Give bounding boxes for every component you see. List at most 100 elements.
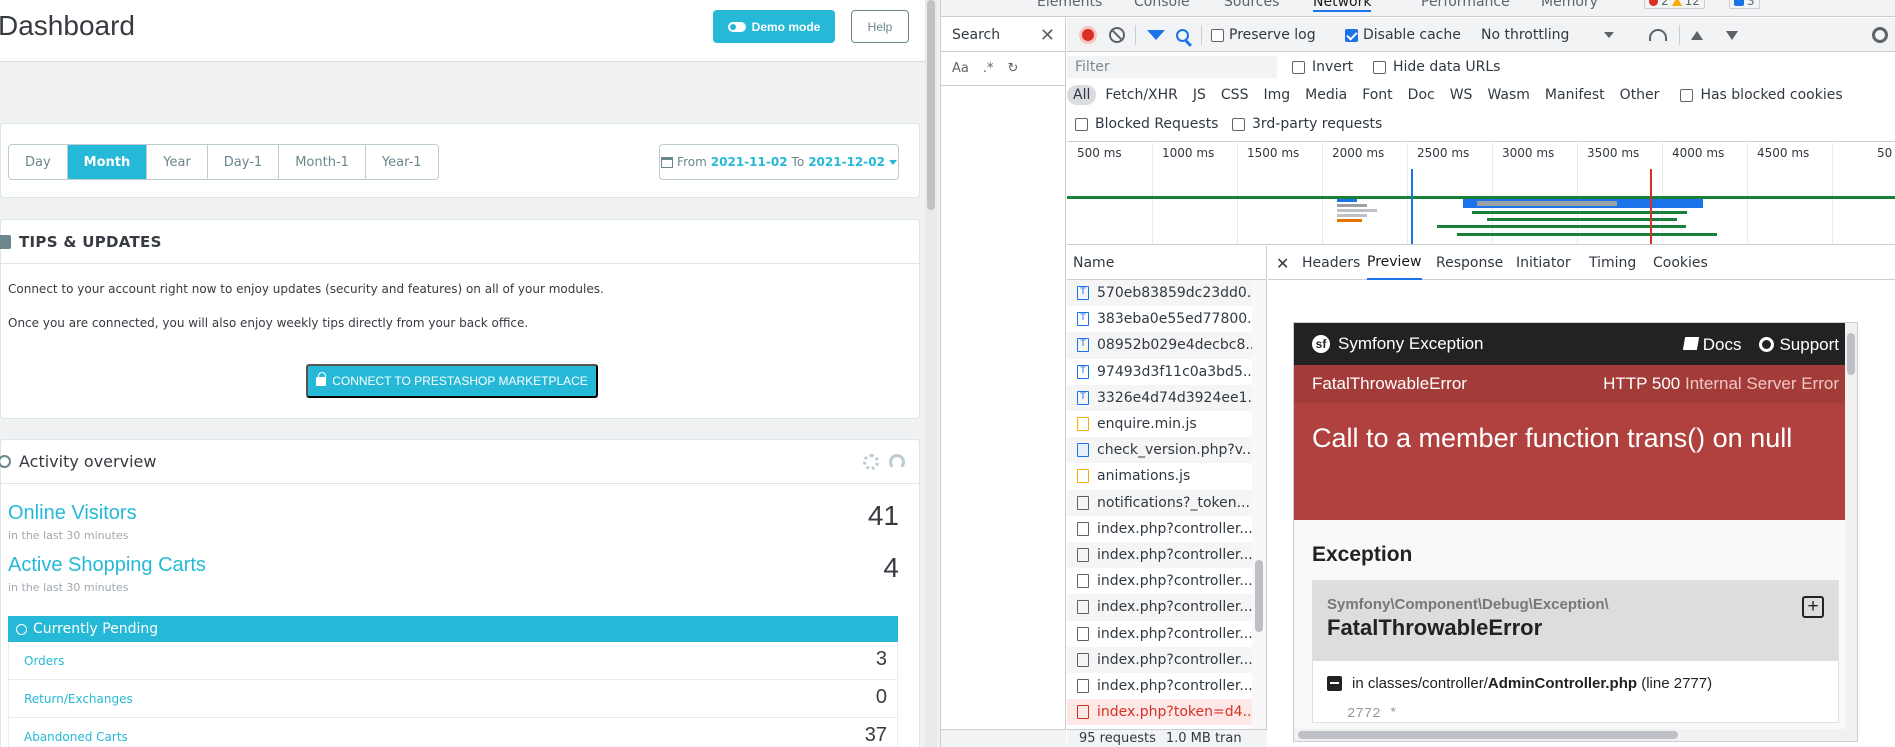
refresh-icon[interactable] [889, 454, 905, 470]
export-har-button[interactable] [1726, 18, 1738, 52]
scrollbar-thumb[interactable] [927, 0, 935, 210]
blocked-requests-checkbox[interactable]: Blocked Requests [1075, 113, 1218, 135]
clear-button[interactable] [1109, 18, 1125, 52]
date-range-picker[interactable]: From 2021-11-02 To 2021-12-02 [659, 144, 899, 180]
request-list-scrollbar[interactable] [1252, 280, 1266, 729]
tab-sources[interactable]: Sources [1224, 0, 1279, 10]
refresh-icon[interactable]: ↻ [1008, 61, 1019, 76]
type-font[interactable]: Font [1356, 85, 1398, 105]
trace-location[interactable]: in classes/controller/AdminController.ph… [1313, 661, 1838, 706]
close-icon[interactable]: ✕ [1276, 246, 1289, 280]
period-year-1-button[interactable]: Year-1 [365, 145, 438, 179]
period-month-button[interactable]: Month [67, 145, 148, 179]
type-js[interactable]: JS [1187, 85, 1212, 105]
tab-headers[interactable]: Headers [1302, 246, 1360, 280]
request-row[interactable]: index.php?token=d4... [1067, 699, 1252, 726]
help-button[interactable]: Help [851, 10, 909, 43]
type-media[interactable]: Media [1299, 85, 1353, 105]
type-css[interactable]: CSS [1215, 85, 1255, 105]
hide-data-urls-checkbox[interactable]: Hide data URLs [1373, 56, 1500, 78]
blocked-cookies-checkbox[interactable]: Has blocked cookies [1680, 84, 1843, 106]
third-party-checkbox[interactable]: 3rd-party requests [1232, 113, 1382, 135]
request-row[interactable]: T 08952b029e4decbc8... [1067, 332, 1252, 359]
tab-response[interactable]: Response [1436, 246, 1503, 280]
scrollbar-thumb[interactable] [1298, 731, 1678, 739]
tab-elements[interactable]: Elements [1037, 0, 1102, 10]
request-row[interactable]: index.php?controller... [1067, 594, 1252, 621]
tab-cookies[interactable]: Cookies [1653, 246, 1708, 280]
filter-input[interactable]: Filter [1067, 56, 1277, 78]
tab-console[interactable]: Console [1134, 0, 1190, 10]
settings-button[interactable] [1872, 18, 1888, 52]
type-img[interactable]: Img [1257, 85, 1296, 105]
scrollbar-thumb[interactable] [1255, 560, 1263, 632]
period-month-1-button[interactable]: Month-1 [279, 145, 366, 179]
preview-hscrollbar[interactable] [1294, 729, 1847, 741]
name-column-header[interactable]: Name [1067, 246, 1266, 280]
gear-icon[interactable] [863, 454, 879, 470]
invert-checkbox[interactable]: Invert [1292, 56, 1353, 78]
request-row[interactable]: index.php?controller... [1067, 542, 1252, 569]
dashboard-scrollbar[interactable] [925, 0, 937, 747]
import-har-button[interactable] [1691, 18, 1703, 52]
activity-card: Activity overview Online Visitors in the… [0, 439, 920, 747]
timeline-tick: 4500 ms [1757, 146, 1810, 160]
scrollbar-thumb[interactable] [1847, 333, 1855, 375]
type-doc[interactable]: Doc [1402, 85, 1441, 105]
request-row[interactable]: enquire.min.js [1067, 411, 1252, 437]
request-row[interactable]: T 383eba0e55ed77800... [1067, 306, 1252, 332]
type-other[interactable]: Other [1614, 85, 1666, 105]
tab-preview[interactable]: Preview [1367, 246, 1422, 280]
tab-performance[interactable]: Performance [1421, 0, 1510, 10]
tab-network[interactable]: Network [1313, 0, 1372, 12]
request-row[interactable]: index.php?controller... [1067, 673, 1252, 699]
match-case-button[interactable]: Aa [952, 61, 969, 76]
request-row[interactable]: index.php?controller... [1067, 516, 1252, 542]
active-carts-link[interactable]: Active Shopping Carts [8, 554, 206, 577]
docs-link[interactable]: Docs [1682, 335, 1741, 355]
type-wasm[interactable]: Wasm [1481, 85, 1535, 105]
expand-icon[interactable]: + [1802, 596, 1824, 618]
tab-timing[interactable]: Timing [1589, 246, 1636, 280]
regex-button[interactable]: .* [983, 61, 994, 76]
tab-memory[interactable]: Memory [1541, 0, 1598, 10]
tab-initiator[interactable]: Initiator [1516, 246, 1571, 280]
type-fetch-xhr[interactable]: Fetch/XHR [1099, 85, 1184, 105]
filter-toggle-button[interactable] [1147, 18, 1165, 52]
info-badge[interactable]: 3 [1729, 0, 1760, 9]
throttling-select[interactable]: No throttling [1481, 18, 1615, 52]
request-row[interactable]: index.php?controller... [1067, 568, 1252, 594]
preserve-log-checkbox[interactable]: Preserve log [1211, 18, 1316, 52]
preview-vscrollbar[interactable] [1845, 323, 1857, 741]
network-overview-timeline[interactable]: 500 ms 1000 ms 1500 ms 2000 ms 2500 ms 3… [1067, 143, 1895, 245]
pending-returns-value: 0 [875, 686, 887, 708]
close-icon[interactable]: ✕ [1040, 25, 1055, 46]
disable-cache-checkbox[interactable]: Disable cache [1345, 18, 1461, 52]
request-row[interactable]: check_version.php?v... [1067, 437, 1252, 464]
request-row[interactable]: index.php?controller... [1067, 621, 1252, 647]
pending-returns-link[interactable]: Return/Exchanges [24, 692, 133, 706]
request-row[interactable]: notifications?_token... [1067, 489, 1252, 516]
request-row[interactable]: T 97493d3f11c0a3bd5... [1067, 359, 1252, 385]
period-year-button[interactable]: Year [147, 145, 208, 179]
collapse-icon[interactable] [1327, 676, 1342, 691]
request-row[interactable]: T 3326e4d74d3924ee1... [1067, 384, 1252, 411]
support-link[interactable]: Support [1759, 335, 1839, 355]
request-row[interactable]: T 570eb83859dc23dd0... [1067, 280, 1252, 307]
pending-orders-link[interactable]: Orders [24, 654, 64, 668]
request-row[interactable]: index.php?controller... [1067, 646, 1252, 673]
type-manifest[interactable]: Manifest [1539, 85, 1611, 105]
search-button[interactable] [1176, 18, 1189, 52]
online-visitors-link[interactable]: Online Visitors [8, 502, 137, 525]
type-ws[interactable]: WS [1444, 85, 1479, 105]
period-day-button[interactable]: Day [9, 145, 68, 179]
network-conditions-button[interactable] [1649, 18, 1667, 52]
type-all[interactable]: All [1067, 85, 1097, 105]
record-button[interactable] [1079, 18, 1097, 52]
request-row[interactable]: animations.js [1067, 463, 1252, 489]
issues-badge[interactable]: 2 12 [1644, 0, 1705, 9]
connect-marketplace-button[interactable]: CONNECT TO PRESTASHOP MARKETPLACE [306, 364, 598, 398]
period-day-1-button[interactable]: Day-1 [207, 145, 280, 179]
pending-abandoned-link[interactable]: Abandoned Carts [24, 730, 128, 744]
demo-mode-button[interactable]: Demo mode [713, 10, 835, 43]
